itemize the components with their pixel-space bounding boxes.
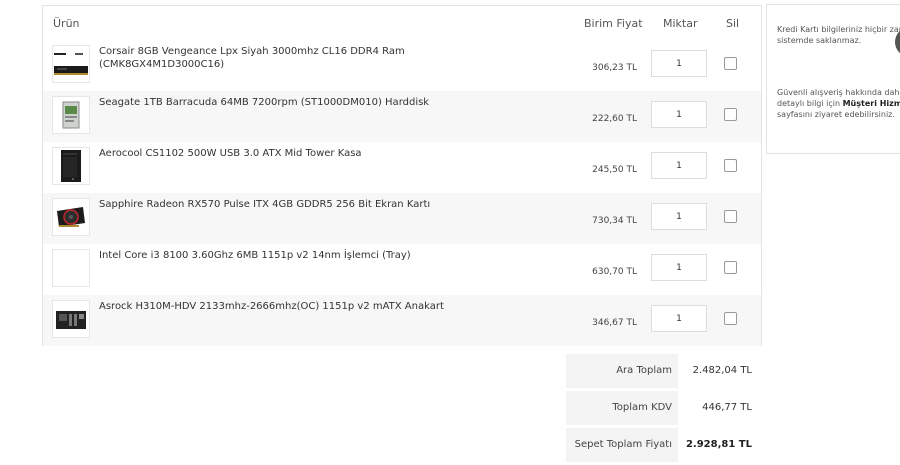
- delete-checkbox[interactable]: [724, 312, 737, 325]
- unit-price: 630,70 TL: [592, 267, 637, 277]
- product-name-link[interactable]: Seagate 1TB Barracuda 64MB 7200rpm (ST10…: [99, 96, 449, 109]
- ram-thumbnail[interactable]: [52, 45, 90, 83]
- delete-checkbox[interactable]: [724, 57, 737, 70]
- unit-price: 222,60 TL: [592, 114, 637, 124]
- grand-total-row: Sepet Toplam Fiyatı 2.928,81 TL: [566, 428, 756, 464]
- unit-price: 346,67 TL: [592, 318, 637, 328]
- cart-row: Aerocool CS1102 500W USB 3.0 ATX Mid Tow…: [43, 142, 761, 193]
- case-thumbnail[interactable]: [52, 147, 90, 185]
- help-text-suffix: sayfasını ziyaret edebilirsiniz.: [777, 110, 895, 119]
- gpu-thumbnail[interactable]: [52, 198, 90, 236]
- subtotal-label: Ara Toplam: [566, 354, 678, 388]
- quantity-input[interactable]: [651, 254, 707, 281]
- customer-service-link[interactable]: Müşteri Hizmetleri: [843, 99, 900, 108]
- column-header-unit-price: Birim Fiyat: [584, 17, 643, 30]
- quantity-input[interactable]: [651, 152, 707, 179]
- delete-checkbox[interactable]: [724, 108, 737, 121]
- vat-row: Toplam KDV 446,77 TL: [566, 391, 756, 427]
- grand-total-label: Sepet Toplam Fiyatı: [566, 428, 678, 462]
- product-name-link[interactable]: Sapphire Radeon RX570 Pulse ITX 4GB GDDR…: [99, 198, 449, 211]
- column-header-delete: Sil: [726, 17, 740, 30]
- empty-thumbnail[interactable]: [52, 249, 90, 287]
- column-header-product: Ürün: [53, 17, 80, 30]
- security-note: Kredi Kartı bilgileriniz hiçbir zaman si…: [777, 25, 900, 45]
- cart-row: Intel Core i3 8100 3.60Ghz 6MB 1151p v2 …: [43, 244, 761, 295]
- cart-row: Sapphire Radeon RX570 Pulse ITX 4GB GDDR…: [43, 193, 761, 244]
- quantity-input[interactable]: [651, 203, 707, 230]
- product-name-link[interactable]: Corsair 8GB Vengeance Lpx Siyah 3000mhz …: [99, 45, 449, 71]
- cart-table: Ürün Birim Fiyat Miktar Sil Corsair 8GB …: [42, 5, 762, 346]
- cart-table-header: Ürün Birim Fiyat Miktar Sil: [43, 6, 761, 40]
- grand-total-value: 2.928,81 TL: [685, 439, 752, 450]
- motherboard-thumbnail[interactable]: [52, 300, 90, 338]
- product-name-link[interactable]: Aerocool CS1102 500W USB 3.0 ATX Mid Tow…: [99, 147, 449, 160]
- vat-value: 446,77 TL: [702, 402, 752, 413]
- vat-label: Toplam KDV: [566, 391, 678, 425]
- cart-row: Seagate 1TB Barracuda 64MB 7200rpm (ST10…: [43, 91, 761, 142]
- subtotal-row: Ara Toplam 2.482,04 TL: [566, 354, 756, 390]
- product-name-link[interactable]: Asrock H310M-HDV 2133mhz-2666mhz(OC) 115…: [99, 300, 449, 313]
- unit-price: 730,34 TL: [592, 216, 637, 226]
- unit-price: 306,23 TL: [592, 63, 637, 73]
- product-name-link[interactable]: Intel Core i3 8100 3.60Ghz 6MB 1151p v2 …: [99, 249, 449, 262]
- subtotal-value: 2.482,04 TL: [692, 365, 752, 376]
- cart-row: Corsair 8GB Vengeance Lpx Siyah 3000mhz …: [43, 40, 761, 91]
- column-header-quantity: Miktar: [663, 17, 698, 30]
- harddisk-thumbnail[interactable]: [52, 96, 90, 134]
- order-totals: Ara Toplam 2.482,04 TL Toplam KDV 446,77…: [566, 354, 756, 465]
- secure-shopping-info-panel: Kredi Kartı bilgileriniz hiçbir zaman si…: [766, 4, 900, 154]
- quantity-input[interactable]: [651, 101, 707, 128]
- unit-price: 245,50 TL: [592, 165, 637, 175]
- quantity-input[interactable]: [651, 50, 707, 77]
- cart-row: Asrock H310M-HDV 2133mhz-2666mhz(OC) 115…: [43, 295, 761, 346]
- delete-checkbox[interactable]: [724, 261, 737, 274]
- help-text: Güvenli alışveriş hakkında daha detaylı …: [777, 87, 900, 120]
- delete-checkbox[interactable]: [724, 159, 737, 172]
- delete-checkbox[interactable]: [724, 210, 737, 223]
- quantity-input[interactable]: [651, 305, 707, 332]
